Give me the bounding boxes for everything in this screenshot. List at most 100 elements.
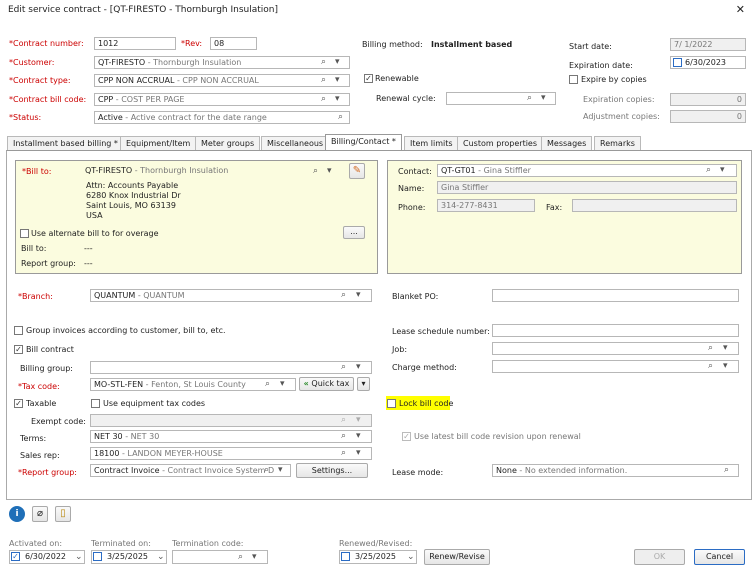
tab-custom-properties[interactable]: Custom properties <box>457 136 544 150</box>
job-field[interactable] <box>492 342 739 355</box>
terms-field[interactable]: NET 30 - NET 30 <box>90 430 372 443</box>
activated-on-checkbox[interactable]: ✓ <box>11 552 20 561</box>
contract-type-label: *Contract type: <box>9 76 71 85</box>
dropdown-icon[interactable]: ▾ <box>356 290 361 300</box>
tab-installment-billing[interactable]: Installment based billing * <box>7 136 124 150</box>
dropdown-icon[interactable]: ▾ <box>356 448 361 458</box>
dropdown-icon[interactable]: ▾ <box>723 343 728 353</box>
settings-button[interactable]: Settings... <box>296 463 368 478</box>
quick-tax-button[interactable]: « Quick tax <box>299 377 354 391</box>
adjustment-copies-field: 0 <box>670 110 746 123</box>
search-icon[interactable]: ⌕ <box>341 431 346 441</box>
dropdown-icon[interactable]: ▾ <box>327 166 332 176</box>
document-icon[interactable]: ▯ <box>55 506 71 522</box>
search-icon[interactable]: ⌕ <box>338 112 343 122</box>
search-icon[interactable]: ⌕ <box>341 448 346 458</box>
info-icon[interactable]: i <box>9 506 25 522</box>
chevron-down-icon[interactable]: ⌄ <box>75 552 83 562</box>
search-icon[interactable]: ⌕ <box>321 57 326 67</box>
search-icon[interactable]: ⌕ <box>238 552 243 562</box>
close-icon[interactable]: ✕ <box>736 0 745 20</box>
branch-field[interactable]: QUANTUM - QUANTUM <box>90 289 372 302</box>
tab-remarks[interactable]: Remarks <box>594 136 641 150</box>
tab-messages[interactable]: Messages <box>541 136 593 150</box>
tax-code-code: MO-STL-FEN <box>94 380 144 389</box>
search-icon[interactable]: ⌕ <box>706 165 711 175</box>
search-icon[interactable]: ⌕ <box>265 379 270 389</box>
use-alternate-bill-to-checkbox[interactable] <box>20 229 29 238</box>
dropdown-icon[interactable]: ▾ <box>356 431 361 441</box>
quick-tax-dropdown-icon[interactable]: ▾ <box>357 377 370 391</box>
bill-to-address-line4: USA <box>86 211 103 220</box>
lease-schedule-field[interactable] <box>492 324 739 337</box>
dropdown-icon[interactable]: ▾ <box>356 362 361 372</box>
group-invoices-checkbox[interactable] <box>14 326 23 335</box>
sales-rep-field[interactable]: 18100 - LANDON MEYER-HOUSE <box>90 447 372 460</box>
search-icon[interactable]: ⌕ <box>321 94 326 104</box>
dropdown-icon[interactable]: ▾ <box>280 379 285 389</box>
dropdown-icon[interactable]: ▾ <box>541 93 546 103</box>
expire-by-copies-checkbox[interactable] <box>569 75 578 84</box>
renewed-revised-field[interactable]: 3/25/2025 <box>339 550 417 564</box>
blanket-po-field[interactable] <box>492 289 739 302</box>
terminated-on-field[interactable]: 3/25/2025 <box>91 550 167 564</box>
chevron-down-icon[interactable]: ⌄ <box>407 552 415 562</box>
contact-field[interactable]: QT-GT01 - Gina Stiffler <box>437 164 737 177</box>
activated-on-field[interactable]: 6/30/2022 <box>9 550 85 564</box>
dropdown-icon[interactable]: ▾ <box>335 75 340 85</box>
edit-icon[interactable]: ✎ <box>349 163 365 179</box>
search-icon[interactable]: ⌕ <box>708 343 713 353</box>
lock-bill-code-checkbox[interactable] <box>387 399 396 408</box>
search-icon[interactable]: ⌕ <box>313 166 318 176</box>
bill-to-secondary-label: Bill to: <box>21 244 47 253</box>
dropdown-icon[interactable]: ▾ <box>335 57 340 67</box>
contract-type-name: - CPP NON ACCRUAL <box>176 76 259 85</box>
contract-type-field[interactable]: CPP NON ACCRUAL - CPP NON ACCRUAL <box>94 74 350 87</box>
rev-field[interactable]: 08 <box>210 37 257 50</box>
dropdown-icon[interactable]: ▾ <box>335 94 340 104</box>
dropdown-icon[interactable]: ▾ <box>252 552 257 562</box>
start-date-field[interactable]: 7/ 1/2022 <box>670 38 746 51</box>
tab-meter-groups[interactable]: Meter groups <box>195 136 261 150</box>
chevron-down-icon[interactable]: ⌄ <box>157 552 165 562</box>
tab-miscellaneous[interactable]: Miscellaneous <box>261 136 330 150</box>
renewal-cycle-field[interactable] <box>446 92 556 105</box>
renewable-checkbox[interactable]: ✓ <box>364 74 373 83</box>
search-icon[interactable]: ⌕ <box>527 93 532 103</box>
billing-group-field[interactable] <box>90 361 372 374</box>
terminated-on-checkbox[interactable] <box>93 552 102 561</box>
attachment-icon[interactable]: ⌀ <box>32 506 48 522</box>
contract-bill-code-field[interactable]: CPP - COST PER PAGE <box>94 93 350 106</box>
dropdown-icon[interactable]: ▾ <box>278 465 283 475</box>
more-button[interactable]: ... <box>343 226 365 239</box>
tab-equipment-item[interactable]: Equipment/Item <box>120 136 197 150</box>
job-label: Job: <box>392 345 408 354</box>
ok-button[interactable]: OK <box>634 549 685 565</box>
use-equipment-tax-checkbox[interactable] <box>91 399 100 408</box>
contact-name: - Gina Stiffler <box>478 166 531 175</box>
report-group-field[interactable]: Contract Invoice - Contract Invoice Syst… <box>90 464 291 477</box>
charge-method-field[interactable] <box>492 360 739 373</box>
customer-field[interactable]: QT-FIRESTO - Thornburgh Insulation <box>94 56 350 69</box>
bill-contract-checkbox[interactable]: ✓ <box>14 345 23 354</box>
status-field[interactable]: Active - Active contract for the date ra… <box>94 111 350 124</box>
tab-billing-contact[interactable]: Billing/Contact * <box>325 134 402 150</box>
dropdown-icon[interactable]: ▾ <box>720 165 725 175</box>
search-icon[interactable]: ⌕ <box>708 361 713 371</box>
lease-mode-field[interactable]: None - No extended information. <box>492 464 739 477</box>
dropdown-icon[interactable]: ▾ <box>723 361 728 371</box>
search-icon[interactable]: ⌕ <box>341 362 346 372</box>
search-icon[interactable]: ⌕ <box>724 465 729 475</box>
billing-method-label: Billing method: <box>362 40 423 49</box>
search-icon[interactable]: ⌕ <box>321 75 326 85</box>
search-icon[interactable]: ⌕ <box>341 290 346 300</box>
renewed-revised-checkbox[interactable] <box>341 552 350 561</box>
expiration-date-checkbox[interactable] <box>673 58 682 67</box>
tab-item-limits[interactable]: Item limits <box>404 136 459 150</box>
renew-revise-button[interactable]: Renew/Revise <box>424 549 490 565</box>
search-icon[interactable]: ⌕ <box>264 465 269 475</box>
contract-number-field[interactable]: 1012 <box>94 37 176 50</box>
cancel-button[interactable]: Cancel <box>694 549 745 565</box>
taxable-checkbox[interactable]: ✓ <box>14 399 23 408</box>
bill-to-field[interactable]: QT-FIRESTO - Thornburgh Insulation <box>81 164 343 177</box>
